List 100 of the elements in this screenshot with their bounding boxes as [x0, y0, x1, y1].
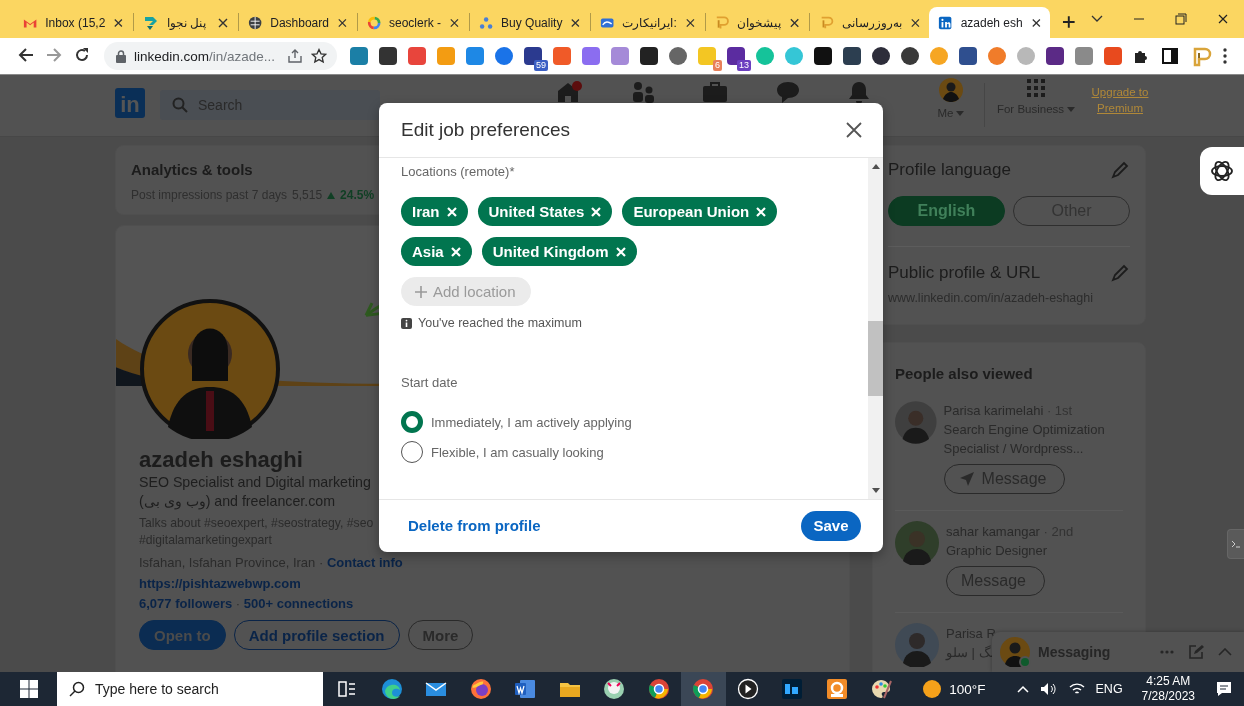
scrollbar[interactable]: [868, 158, 883, 499]
radio-button[interactable]: [401, 411, 423, 433]
send-icon: [958, 471, 975, 487]
save-button[interactable]: Save: [801, 510, 861, 541]
play-icon: [736, 678, 759, 700]
radio-label[interactable]: Immediately, I am actively applying: [431, 414, 632, 430]
remove-icon: [445, 205, 458, 218]
close-icon[interactable]: [684, 16, 696, 29]
field-label: Start date: [401, 375, 459, 390]
change-text: 24.5%: [340, 188, 375, 202]
chevron-icon: [142, 14, 159, 31]
caret-icon: [1067, 106, 1076, 112]
location-chip[interactable]: European Union: [622, 197, 778, 226]
close-icon[interactable]: [113, 16, 124, 29]
close-icon[interactable]: [1217, 13, 1229, 25]
globe-icon: [247, 14, 263, 31]
browser-tab[interactable]: Dashboard: [238, 7, 357, 38]
reload-icon[interactable]: [74, 46, 90, 63]
wifi-icon[interactable]: [1068, 682, 1085, 696]
close-icon[interactable]: [789, 16, 801, 29]
close-icon[interactable]: [1030, 16, 1042, 29]
browser-tab[interactable]: azadeh esh: [929, 7, 1051, 38]
location-chip[interactable]: United States: [477, 197, 613, 226]
extension-icon[interactable]: [378, 46, 398, 66]
notification-dot: [572, 81, 582, 91]
flame-icon: [469, 678, 492, 700]
terminal-icon: [1231, 540, 1241, 548]
browser-tab[interactable]: پیشخوان: [705, 7, 810, 38]
assistant-button[interactable]: [1200, 147, 1244, 195]
scroll-up-icon: [871, 164, 880, 169]
browser-tab[interactable]: Buy Quality: [469, 7, 591, 38]
avatar[interactable]: [1000, 637, 1030, 667]
extension-icon[interactable]: [958, 46, 978, 66]
extension-icon[interactable]: [871, 46, 891, 66]
extension-badge: 59: [534, 60, 548, 71]
extension-icon[interactable]: [1045, 46, 1065, 66]
extension-icon[interactable]: [639, 46, 659, 66]
delete-link[interactable]: Delete from profile: [408, 517, 541, 534]
extension-badge: 13: [737, 60, 751, 71]
address-bar[interactable]: linkedin.com/in/azade...: [104, 42, 337, 70]
dialog-title: Edit job preferences: [401, 119, 570, 141]
remove-icon: [755, 205, 768, 218]
share-icon[interactable]: [287, 48, 303, 64]
radio-button[interactable]: [401, 441, 423, 463]
location-chip[interactable]: United Kingdom: [481, 237, 637, 266]
chat-icon[interactable]: [775, 80, 801, 104]
restore-icon[interactable]: [1175, 13, 1187, 25]
browser-tab[interactable]: Inbox (15,2: [14, 7, 133, 38]
limit-note: You've reached the maximum: [418, 316, 582, 330]
speaker-icon[interactable]: [1039, 682, 1058, 696]
taskbar-app[interactable]: [681, 672, 726, 706]
field-label: Locations (remote)*: [401, 164, 516, 179]
location-chip[interactable]: Asia: [401, 237, 472, 266]
back-icon[interactable]: [18, 46, 34, 63]
weather-text[interactable]: 100°F: [949, 681, 986, 697]
close-icon[interactable]: [336, 16, 348, 29]
extension-icon[interactable]: [813, 46, 833, 66]
menu-icon[interactable]: [1223, 48, 1227, 64]
browser-tab[interactable]: seoclerk -: [357, 7, 469, 38]
plus-icon[interactable]: [1062, 15, 1076, 29]
browser-tab[interactable]: پنل نجوا: [133, 7, 238, 38]
notification-icon[interactable]: [1216, 681, 1232, 697]
language-indicator[interactable]: ENG: [1095, 682, 1123, 696]
avatar[interactable]: [939, 78, 963, 102]
knot-icon: [1209, 158, 1235, 184]
location-chip[interactable]: Iran: [401, 197, 468, 226]
close-icon[interactable]: [845, 121, 863, 139]
search-field[interactable]: Type here to search: [57, 672, 323, 706]
forward-icon[interactable]: [46, 46, 62, 63]
remove-icon: [614, 245, 627, 258]
people-icon[interactable]: [631, 80, 655, 104]
character-icon: [603, 678, 626, 700]
search-input[interactable]: Type here to search: [95, 672, 320, 706]
radio-label[interactable]: Flexible, I am casually looking: [431, 444, 604, 460]
browser-tab[interactable]: ایرانیکارت:: [591, 7, 705, 38]
lock-icon: [116, 49, 126, 63]
tile-icon: [825, 678, 848, 700]
sun-icon[interactable]: [922, 679, 943, 699]
tile-icon: [781, 678, 804, 700]
browser-tab[interactable]: بەروزرسانی: [810, 7, 930, 38]
close-icon[interactable]: [449, 16, 460, 29]
clock[interactable]: 4:25 AM 7/28/2023: [1141, 674, 1195, 704]
sidebar-icon[interactable]: [1161, 47, 1179, 65]
star-icon[interactable]: [311, 48, 327, 64]
logo-icon: [938, 14, 953, 31]
extension-icon[interactable]: [842, 46, 862, 66]
close-icon[interactable]: [216, 16, 229, 29]
scroll-thumb[interactable]: [868, 321, 883, 396]
close-icon[interactable]: [570, 16, 582, 29]
chevron-down-icon[interactable]: [1091, 15, 1103, 23]
avatar[interactable]: [140, 299, 280, 439]
bell-icon[interactable]: [848, 80, 870, 104]
close-icon[interactable]: [909, 16, 921, 29]
windows-icon[interactable]: [20, 680, 38, 698]
extension-icon[interactable]: [900, 46, 920, 66]
info-icon: [401, 317, 412, 329]
ring-icon: [366, 14, 381, 31]
scroll-down-icon: [871, 488, 880, 493]
up-triangle-icon: [327, 191, 336, 199]
briefcase-icon[interactable]: [702, 80, 728, 104]
